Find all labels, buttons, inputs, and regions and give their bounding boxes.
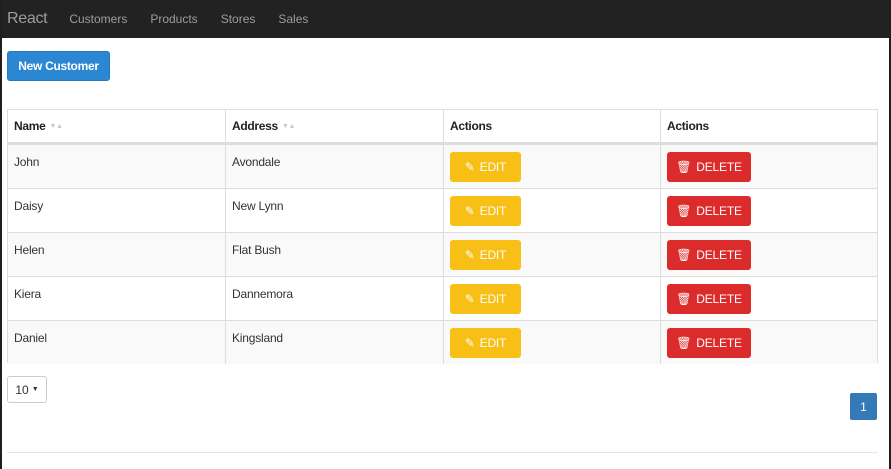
brand-link[interactable]: React — [7, 10, 48, 28]
nav-link-stores[interactable]: Stores — [221, 12, 256, 26]
table-row: Kiera Dannemora ✎ EDIT 🗑 DELETE — [8, 276, 877, 320]
edit-button[interactable]: ✎ EDIT — [450, 195, 521, 226]
nav-link-customers[interactable]: Customers — [69, 12, 127, 26]
column-header-label: Actions — [450, 119, 492, 133]
page-size-value: 10 — [15, 382, 29, 397]
cell-edit-action: ✎ EDIT — [443, 145, 660, 188]
trash-icon: 🗑 — [676, 247, 692, 262]
cell-delete-action: 🗑 DELETE — [660, 145, 877, 188]
cell-edit-action: ✎ EDIT — [443, 189, 660, 232]
cell-address: Kingsland — [225, 321, 443, 364]
column-header-name[interactable]: Name ▼▲ — [8, 110, 225, 142]
cell-name: Helen — [14, 243, 45, 257]
cell-edit-action: ✎ EDIT — [443, 277, 660, 320]
cell-address: Avondale — [225, 145, 443, 188]
column-header-label: Actions — [667, 119, 709, 133]
caret-down-icon: ▼ — [31, 386, 39, 393]
table-row: Daisy New Lynn ✎ EDIT 🗑 DELETE — [8, 188, 877, 232]
cell-delete-action: 🗑 DELETE — [660, 189, 877, 232]
trash-icon: 🗑 — [676, 335, 692, 350]
cell-address: Dannemora — [225, 277, 443, 320]
delete-label: DELETE — [696, 247, 742, 262]
edit-label: EDIT — [479, 159, 507, 174]
delete-button[interactable]: 🗑 DELETE — [667, 195, 751, 226]
edit-icon: ✎ — [464, 335, 475, 350]
cell-name: Kiera — [14, 287, 42, 301]
delete-button[interactable]: 🗑 DELETE — [667, 327, 751, 358]
cell-edit-action: ✎ EDIT — [443, 233, 660, 276]
customers-table: Name ▼▲ Address ▼▲ Actions Actions John … — [7, 109, 878, 364]
cell-edit-action: ✎ EDIT — [443, 321, 660, 364]
cell-delete-action: 🗑 DELETE — [660, 233, 877, 276]
delete-label: DELETE — [696, 335, 742, 350]
delete-label: DELETE — [696, 159, 742, 174]
edit-icon: ✎ — [464, 159, 475, 174]
table-header-row: Name ▼▲ Address ▼▲ Actions Actions — [8, 110, 877, 144]
cell-name: Daniel — [14, 331, 47, 345]
navbar: React Customers Products Stores Sales — [2, 0, 889, 38]
edit-label: EDIT — [479, 247, 507, 262]
cell-address: Flat Bush — [225, 233, 443, 276]
edit-icon: ✎ — [464, 291, 475, 306]
cell-delete-action: 🗑 DELETE — [660, 277, 877, 320]
page-size-dropdown[interactable]: 10 ▼ — [7, 376, 47, 403]
cell-name: John — [14, 155, 40, 169]
table-row: Daniel Kingsland ✎ EDIT 🗑 DELETE — [8, 320, 877, 364]
edit-button[interactable]: ✎ EDIT — [450, 151, 521, 182]
nav-link-products[interactable]: Products — [150, 12, 197, 26]
edit-label: EDIT — [479, 335, 507, 350]
column-header-label: Address — [232, 119, 278, 133]
delete-label: DELETE — [696, 291, 742, 306]
column-header-actions-delete: Actions — [660, 110, 877, 142]
cell-name: Daisy — [14, 199, 44, 213]
sort-icon: ▼▲ — [49, 122, 63, 130]
trash-icon: 🗑 — [676, 291, 692, 306]
trash-icon: 🗑 — [676, 203, 692, 218]
delete-label: DELETE — [696, 203, 742, 218]
edit-button[interactable]: ✎ EDIT — [450, 239, 521, 270]
delete-button[interactable]: 🗑 DELETE — [667, 239, 751, 270]
edit-icon: ✎ — [464, 203, 475, 218]
edit-label: EDIT — [479, 291, 507, 306]
nav-link-sales[interactable]: Sales — [278, 12, 308, 26]
edit-label: EDIT — [479, 203, 507, 218]
new-customer-button[interactable]: New Customer — [7, 51, 110, 81]
column-header-label: Name — [14, 119, 46, 133]
cell-address: New Lynn — [225, 189, 443, 232]
delete-button[interactable]: 🗑 DELETE — [667, 283, 751, 314]
pagination-page-1[interactable]: 1 — [850, 393, 877, 420]
table-row: John Avondale ✎ EDIT 🗑 DELETE — [8, 144, 877, 188]
table-row: Helen Flat Bush ✎ EDIT 🗑 DELETE — [8, 232, 877, 276]
column-header-actions-edit: Actions — [443, 110, 660, 142]
divider — [7, 452, 878, 453]
delete-button[interactable]: 🗑 DELETE — [667, 151, 751, 182]
edit-button[interactable]: ✎ EDIT — [450, 283, 521, 314]
sort-icon: ▼▲ — [281, 122, 296, 130]
edit-button[interactable]: ✎ EDIT — [450, 327, 521, 358]
cell-delete-action: 🗑 DELETE — [660, 321, 877, 364]
edit-icon: ✎ — [464, 247, 475, 262]
trash-icon: 🗑 — [676, 159, 692, 174]
column-header-address[interactable]: Address ▼▲ — [225, 110, 443, 142]
